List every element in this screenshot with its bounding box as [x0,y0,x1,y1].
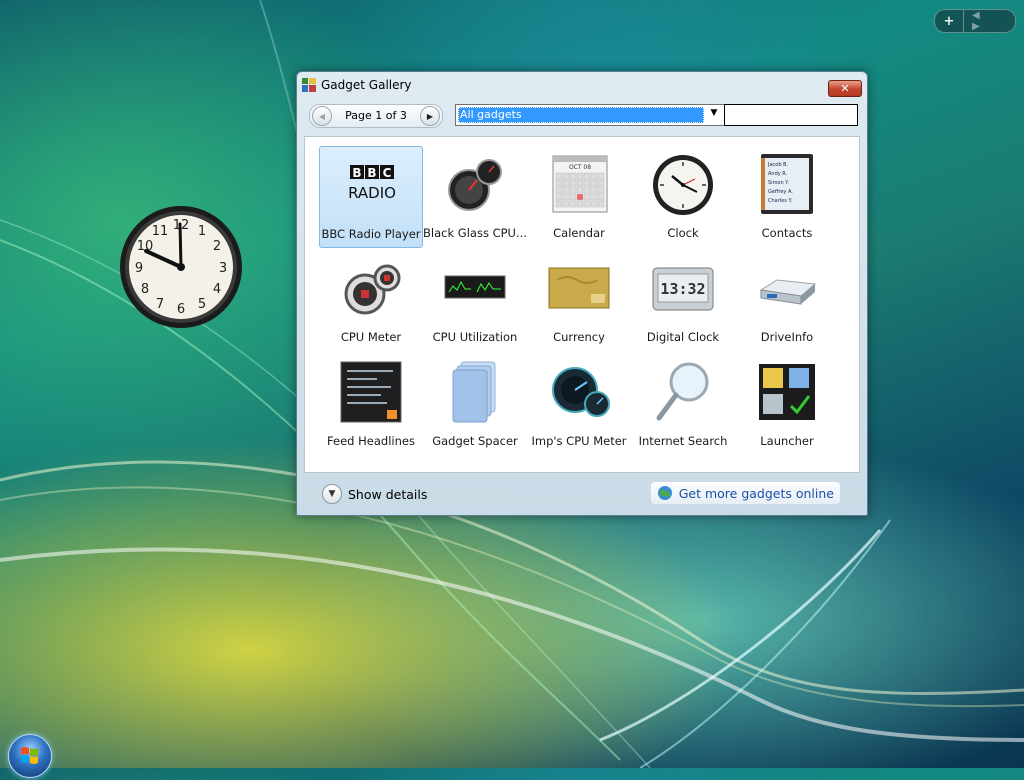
internet-search-icon [656,362,709,421]
cpu-meter-icon [344,264,401,315]
contact-line: Simon Y. [768,180,789,186]
previous-page-button[interactable]: ◀ [312,106,332,126]
calendar-month: OCT 08 [569,164,591,171]
gadget-label: Calendar [553,226,605,240]
gadget-item-internet-search[interactable]: Internet Search [631,354,735,456]
svg-text:5: 5 [198,297,206,312]
gadget-label: DriveInfo [760,330,814,344]
desktop-clock-gadget[interactable]: 1212 345 678 91011 [118,204,244,330]
launcher-icon [759,364,815,420]
gadget-label: Gadget Spacer [432,434,518,448]
show-details-label: Show details [348,486,428,502]
svg-text:8: 8 [141,282,149,297]
filter-selected-value: All gadgets [458,107,704,123]
show-details-button[interactable]: ▼ Show details [322,484,427,504]
svg-text:1: 1 [198,224,206,239]
gadget-label: CPU Utilization [432,330,518,344]
svg-text:9: 9 [135,261,143,276]
sidebar-nav-arrows[interactable]: ◀ ▶ [964,10,1015,32]
gadget-item-clock[interactable]: Clock [631,146,735,248]
gadget-item-imps-cpu-meter[interactable]: Imp's CPU Meter [527,354,631,456]
gadget-item-launcher[interactable]: Launcher [735,354,839,456]
close-button[interactable]: ✕ [828,80,862,97]
add-gadget-button[interactable]: + [935,10,964,32]
gadget-label: Feed Headlines [327,434,415,448]
gadget-label: Imp's CPU Meter [531,434,627,448]
gadget-item-gadget-spacer[interactable]: Gadget Spacer [423,354,527,456]
bbc-letter-2: B [367,166,376,180]
gadget-label: Clock [667,226,699,240]
gadget-label: BBC Radio Player [321,227,421,241]
gadget-label: Black Glass CPU... [423,226,527,240]
gadget-item-digital-clock[interactable]: 13:32 Digital Clock [631,250,735,352]
next-page-button[interactable]: ▶ [420,106,440,126]
svg-text:3: 3 [219,261,227,276]
window-title: Gadget Gallery [321,78,412,92]
cpu-utilization-icon [444,275,506,299]
gadget-item-feed-headlines[interactable]: Feed Headlines [319,354,423,456]
gadget-label: Internet Search [638,434,728,448]
black-glass-cpu-icon [448,159,502,211]
contact-line: Charles Y. [768,198,792,204]
gadget-item-driveinfo[interactable]: DriveInfo [735,250,839,352]
gallery-footer: ▼ Show details Get more gadgets online [304,476,860,510]
contact-line: Andy R. [768,171,788,177]
page-label: Page 1 of 3 [345,109,407,122]
driveinfo-icon [759,279,817,305]
page-navigator: ◀ Page 1 of 3 ▶ [309,104,443,128]
windows-logo-icon [21,747,38,764]
gadget-item-black-glass-cpu[interactable]: Black Glass CPU... [423,146,527,248]
start-button[interactable] [8,734,52,778]
contacts-icon: Jacob B. Andy R. Simon Y. Geffrey A. Cha… [761,154,813,214]
gadget-filter-dropdown[interactable]: All gadgets ▼ [455,104,725,126]
get-more-gadgets-link[interactable]: Get more gadgets online [650,482,840,504]
gadget-item-calendar[interactable]: OCT 08 Calendar [527,146,631,248]
gadget-item-cpu-utilization[interactable]: CPU Utilization [423,250,527,352]
chevron-down-icon[interactable]: ▼ [706,108,722,122]
gadget-label: Digital Clock [646,330,720,344]
svg-text:4: 4 [213,282,221,297]
get-more-gadgets-label: Get more gadgets online [678,485,834,501]
gadget-grid: B B C RADIO BBC Radio Player Black Glass… [304,136,860,473]
title-bar[interactable]: Gadget Gallery ✕ [297,72,867,98]
bbc-letter-1: B [352,166,361,180]
gadget-label: CPU Meter [340,330,402,344]
bbc-radio-icon: B B C RADIO [348,165,396,202]
gadget-label: Launcher [760,434,814,448]
digital-clock-icon: 13:32 [652,267,714,311]
calendar-icon: OCT 08 [552,155,608,213]
globe-icon [657,486,672,500]
radio-text: RADIO [348,184,396,202]
gadget-gallery-icon [302,78,316,92]
imps-cpu-meter-icon [552,367,610,417]
bbc-letter-3: C [383,166,392,180]
svg-text:7: 7 [156,297,164,312]
gadget-gallery-window: Gadget Gallery ✕ ◀ Page 1 of 3 ▶ All gad… [296,71,868,516]
gadget-item-currency[interactable]: Currency [527,250,631,352]
contact-line: Geffrey A. [768,189,793,195]
sidebar-controls: + ◀ ▶ [934,9,1016,33]
digital-time: 13:32 [660,280,705,298]
gadget-label: Contacts [761,226,813,240]
chevron-down-icon: ▼ [322,484,342,504]
gadget-item-contacts[interactable]: Jacob B. Andy R. Simon Y. Geffrey A. Cha… [735,146,839,248]
gadget-spacer-icon [452,361,496,423]
svg-text:2: 2 [213,239,221,254]
feed-headlines-icon [340,361,402,423]
contact-line: Jacob B. [767,162,789,168]
svg-text:11: 11 [152,224,169,239]
gadget-item-cpu-meter[interactable]: CPU Meter [319,250,423,352]
currency-icon [548,267,610,309]
clock-icon [653,155,713,215]
search-input[interactable] [724,104,858,126]
gadget-label: Currency [553,330,605,344]
toolbar: ◀ Page 1 of 3 ▶ All gadgets ▼ [305,102,859,128]
svg-text:6: 6 [177,302,185,317]
gadget-item-bbc-radio-player[interactable]: B B C RADIO BBC Radio Player [319,146,423,248]
